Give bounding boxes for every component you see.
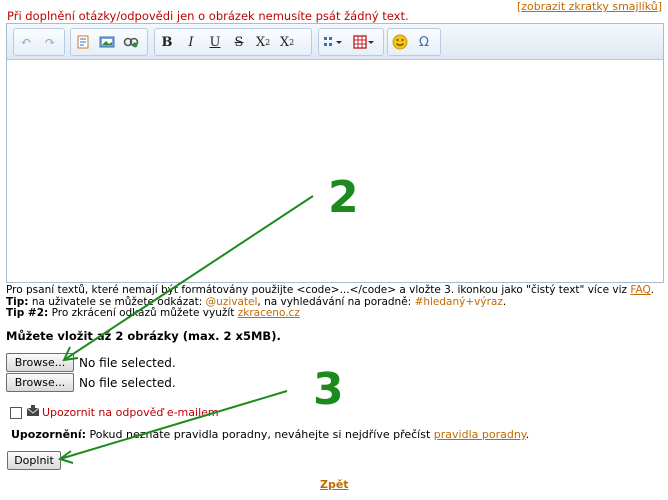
- bold-icon[interactable]: B: [155, 31, 179, 53]
- insert-group: [70, 28, 148, 56]
- arrow-3-head: [57, 450, 74, 464]
- notify-label: Upozornit na odpověď e-mailem: [42, 406, 219, 419]
- help-line-1: Pro psaní textů, které nemají být formát…: [6, 284, 631, 296]
- arrow-3-line: [59, 390, 288, 460]
- format-group: B I U S X2 X2: [154, 28, 312, 56]
- insert-special-group: Ω: [387, 28, 441, 56]
- tip-text-b: , na vyhledávání na poradně:: [257, 295, 415, 308]
- attachments-title: Můžete vložit až 2 obrázky (max. 2 x5MB)…: [6, 329, 281, 343]
- faq-link[interactable]: FAQ: [630, 284, 650, 296]
- envelope-icon: [26, 405, 40, 420]
- notice-text: Při doplnění otázky/odpovědi jen o obráz…: [7, 9, 409, 23]
- search-example: #hledaný+výraz: [414, 295, 503, 308]
- editor-text-area[interactable]: [7, 60, 663, 282]
- redo-icon[interactable]: ↷: [38, 31, 62, 53]
- omega-special-char-icon[interactable]: Ω: [412, 31, 436, 53]
- back-link[interactable]: Zpět: [320, 478, 349, 491]
- notify-row: Upozornit na odpověď e-mailem: [10, 405, 219, 420]
- underline-icon[interactable]: U: [203, 31, 227, 53]
- block-group: [318, 28, 384, 56]
- mention-example: @uzivatel: [205, 295, 258, 308]
- file-status-2: No file selected.: [79, 375, 176, 390]
- editor-toolbar: ↶ ↷ B I U S X2 X2 Ω: [7, 24, 663, 60]
- tip-text-a: na uživatele se můžete odkázat:: [28, 295, 206, 308]
- link-icon[interactable]: [119, 31, 143, 53]
- list-icon[interactable]: [319, 31, 349, 53]
- history-group: ↶ ↷: [13, 28, 65, 56]
- smiley-shortcuts-link[interactable]: zobrazit zkratky smajlíků: [521, 0, 657, 13]
- tip-label: Tip:: [6, 295, 29, 308]
- file-input-2: Browse... No file selected.: [6, 373, 176, 392]
- tip2-label: Tip #2:: [6, 307, 49, 319]
- warning-label: Upozornění:: [11, 428, 87, 441]
- undo-icon[interactable]: ↶: [14, 31, 38, 53]
- table-icon[interactable]: [349, 31, 379, 53]
- rich-text-editor: ↶ ↷ B I U S X2 X2 Ω: [6, 23, 664, 283]
- warning-text: Pokud neznáte pravidla poradny, neváhejt…: [86, 428, 434, 441]
- zkraceno-link[interactable]: zkraceno.cz: [238, 307, 300, 319]
- smiley-icon[interactable]: [388, 31, 412, 53]
- subscript-icon[interactable]: X2: [251, 31, 275, 53]
- tip2-text: Pro zkrácení odkazů můžete využít: [48, 307, 238, 319]
- strikethrough-icon[interactable]: S: [227, 31, 251, 53]
- italic-icon[interactable]: I: [179, 31, 203, 53]
- submit-button[interactable]: Doplnit: [7, 451, 61, 470]
- browse-button-1[interactable]: Browse...: [6, 353, 74, 372]
- smiley-shortcuts-link-wrapper: [zobrazit zkratky smajlíků]: [516, 0, 662, 13]
- file-status-1: No file selected.: [79, 355, 176, 370]
- formatting-help: Pro psaní textů, které nemají být formát…: [6, 284, 655, 319]
- notify-checkbox[interactable]: [10, 406, 22, 419]
- superscript-icon[interactable]: X2: [275, 31, 299, 53]
- annotation-number-3: 3: [313, 364, 344, 415]
- image-icon[interactable]: [95, 31, 119, 53]
- plain-text-icon[interactable]: [71, 31, 95, 53]
- rules-warning: Upozornění: Pokud neznáte pravidla porad…: [11, 428, 529, 441]
- annotation-number-2: 2: [328, 172, 359, 223]
- file-input-1: Browse... No file selected.: [6, 353, 176, 372]
- browse-button-2[interactable]: Browse...: [6, 373, 74, 392]
- rules-link[interactable]: pravidla poradny: [434, 428, 526, 441]
- warning-end: .: [525, 428, 530, 441]
